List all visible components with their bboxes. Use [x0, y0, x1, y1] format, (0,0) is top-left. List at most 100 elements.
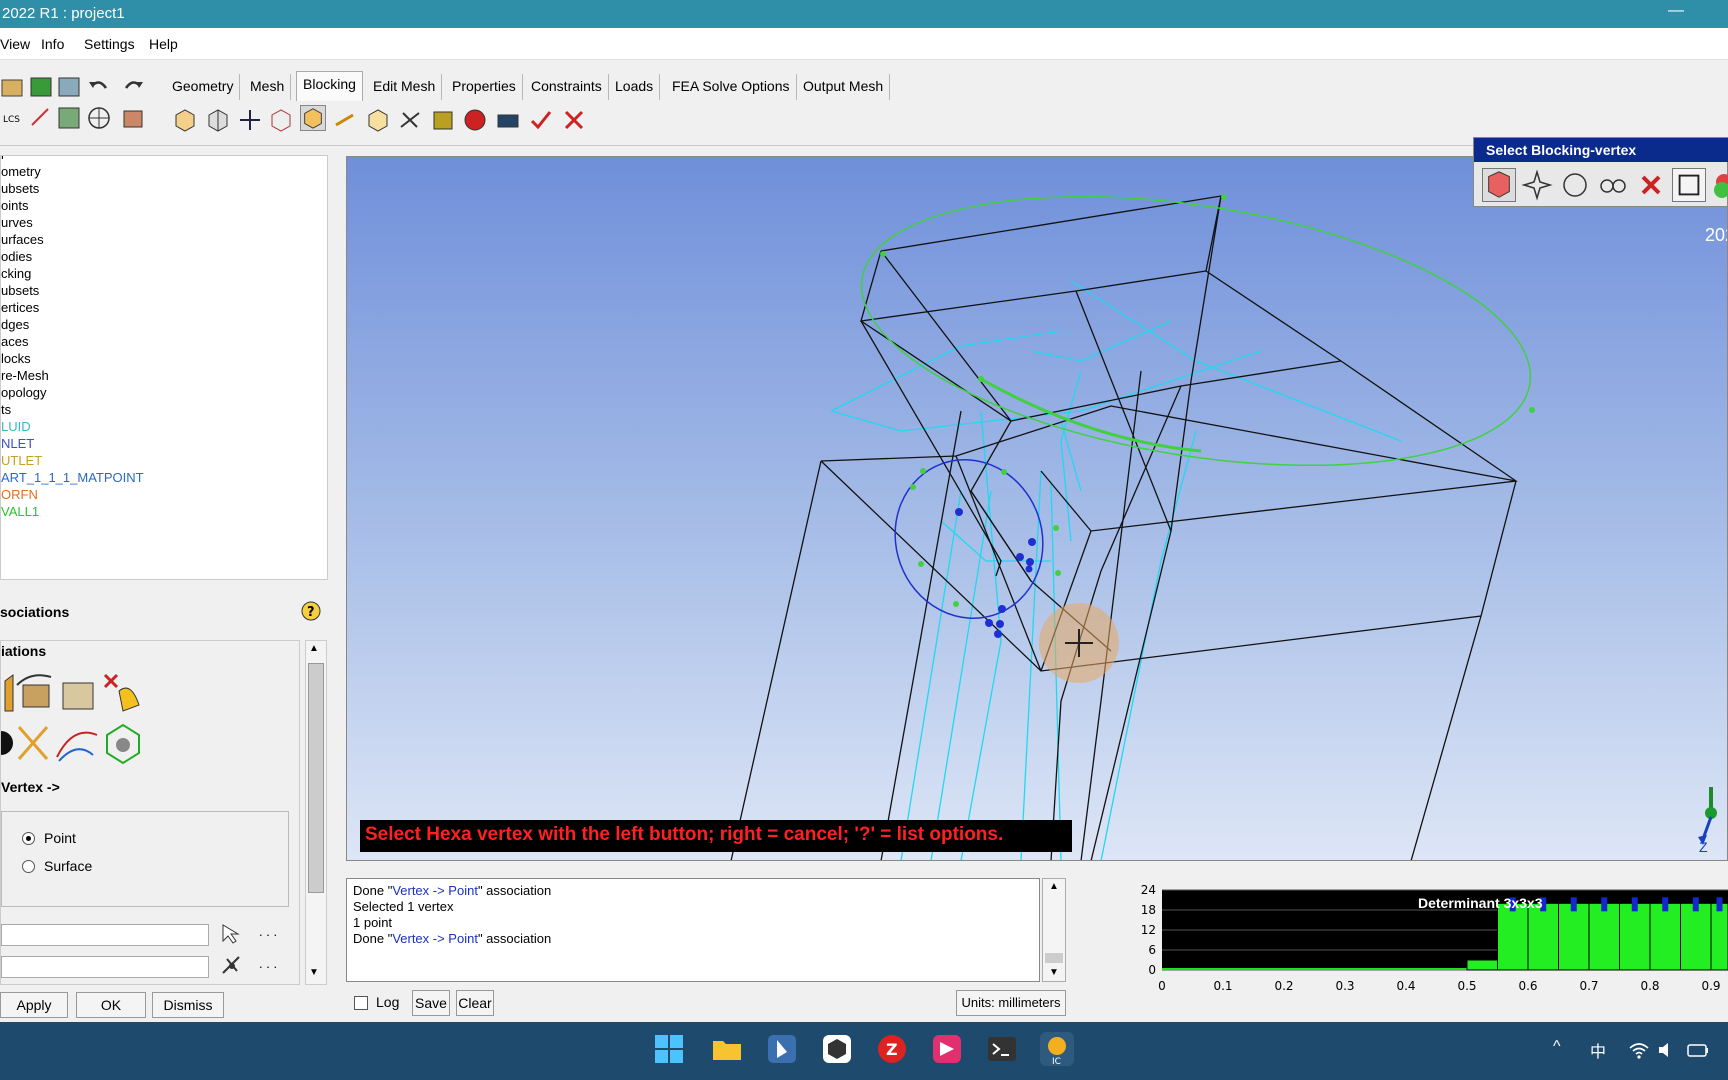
scroll-up-icon[interactable]: ▲ — [309, 643, 319, 654]
tree-item[interactable]: oints — [1, 198, 28, 213]
scroll-thumb[interactable] — [308, 663, 324, 893]
tree-item[interactable]: re-Mesh — [1, 368, 49, 383]
histogram-bar[interactable] — [1619, 902, 1651, 971]
panel-scrollbar[interactable]: ▲ ▼ — [305, 640, 327, 985]
minimize-icon[interactable]: — — [1668, 2, 1684, 20]
console-scrollbar[interactable]: ▲ ▼ — [1042, 878, 1066, 982]
volume-icon[interactable] — [1656, 1040, 1676, 1060]
start-icon[interactable] — [652, 1032, 686, 1066]
tray-chevron-icon[interactable]: ^ — [1553, 1038, 1561, 1056]
split-block-icon[interactable] — [205, 107, 231, 133]
select-circle-icon[interactable] — [1558, 168, 1592, 202]
associate-face-icon[interactable] — [57, 671, 101, 715]
tab-mesh[interactable]: Mesh — [244, 74, 292, 100]
menu-help[interactable]: Help — [149, 36, 178, 52]
tab-output-mesh[interactable]: Output Mesh — [797, 74, 891, 100]
pre-mesh-quality-icon[interactable] — [462, 107, 488, 133]
select-single-icon[interactable] — [1482, 168, 1516, 202]
save-icon[interactable] — [28, 74, 54, 100]
blocking-wireframe[interactable] — [347, 157, 1728, 861]
open-icon[interactable] — [0, 74, 26, 100]
display-icon[interactable] — [56, 105, 82, 131]
disassociate-icon[interactable] — [101, 671, 145, 715]
block-checks-icon[interactable] — [528, 107, 554, 133]
edit-block-icon[interactable] — [268, 107, 294, 133]
tree-item[interactable]: opology — [1, 385, 47, 400]
menu-settings[interactable]: Settings — [84, 36, 135, 52]
tab-blocking[interactable]: Blocking — [296, 71, 363, 101]
histogram-bar[interactable] — [1710, 902, 1728, 971]
select-cursor-icon[interactable] — [219, 921, 245, 947]
histogram-bar[interactable] — [1588, 902, 1620, 971]
app3-icon[interactable]: Z — [875, 1032, 909, 1066]
tree-part-item[interactable]: ORFN — [1, 487, 38, 502]
console-scroll-down-icon[interactable]: ▼ — [1049, 967, 1059, 978]
solid-icon[interactable] — [120, 105, 146, 131]
histogram-bar[interactable] — [1466, 959, 1498, 971]
app2-icon[interactable] — [820, 1032, 854, 1066]
vertex-input[interactable] — [1, 924, 209, 946]
tree-part-item[interactable]: ART_1_1_1_MATPOINT — [1, 470, 144, 485]
transform-blocks-icon[interactable] — [365, 107, 391, 133]
tree-part-item[interactable]: VALL1 — [1, 504, 39, 519]
tree-item[interactable]: l — [1, 156, 4, 162]
tree-item[interactable]: cking — [1, 266, 31, 281]
radio-point[interactable] — [22, 832, 35, 845]
tab-edit-mesh[interactable]: Edit Mesh — [367, 74, 443, 100]
message-console[interactable]: Done "Vertex -> Point" association Selec… — [346, 878, 1040, 982]
move-vertex-icon[interactable] — [333, 107, 359, 133]
pre-mesh-params-icon[interactable] — [430, 107, 456, 133]
battery-icon[interactable] — [1686, 1040, 1710, 1060]
wifi-icon[interactable] — [1628, 1040, 1650, 1060]
tree-part-item[interactable]: UTLET — [1, 453, 42, 468]
update-associations-icon[interactable] — [53, 721, 101, 765]
tree-part-item[interactable]: LUID — [1, 419, 31, 434]
delete-block-icon[interactable] — [561, 107, 587, 133]
help-icon[interactable]: ? — [300, 600, 322, 624]
histogram-bar[interactable] — [1680, 902, 1712, 971]
tree-item[interactable]: urfaces — [1, 232, 44, 247]
scroll-down-icon[interactable]: ▼ — [309, 967, 319, 978]
terminal-icon[interactable] — [985, 1032, 1019, 1066]
cancel-selection-icon[interactable] — [1634, 168, 1668, 202]
console-scroll-up-icon[interactable]: ▲ — [1049, 881, 1059, 892]
snap-vertices-icon[interactable] — [13, 721, 53, 765]
wireframe-icon[interactable] — [86, 105, 112, 131]
select-all-icon[interactable] — [1520, 168, 1554, 202]
lcs-icon[interactable]: LCS — [0, 105, 26, 131]
tree-item[interactable]: ubsets — [1, 283, 39, 298]
tree-item[interactable]: locks — [1, 351, 31, 366]
clear-button[interactable]: Clear — [456, 990, 494, 1016]
pre-mesh-smooth-icon[interactable] — [495, 107, 521, 133]
tree-item[interactable]: urves — [1, 215, 33, 230]
group-curve-icon[interactable] — [101, 721, 145, 765]
tab-fea-solve-options[interactable]: FEA Solve Options — [666, 74, 797, 100]
menu-view[interactable]: View — [0, 36, 30, 52]
apply-button[interactable]: Apply — [0, 992, 68, 1018]
app4-icon[interactable] — [930, 1032, 964, 1066]
tree-item[interactable]: ubsets — [1, 181, 39, 196]
select-point-icon[interactable] — [219, 953, 245, 979]
tree-item[interactable]: dges — [1, 317, 29, 332]
measure-icon[interactable] — [28, 105, 54, 131]
create-block-icon[interactable] — [172, 107, 198, 133]
quality-histogram[interactable]: 24 18 12 6 0 0 0.1 0.2 0.3 0.4 0.5 0.6 0.7 0.8 0.9 De… — [1130, 883, 1728, 993]
tab-geometry[interactable]: Geometry — [166, 74, 241, 100]
edit-edge-icon[interactable] — [397, 107, 423, 133]
select-visible-icon[interactable] — [1596, 168, 1630, 202]
histogram-bar[interactable] — [1527, 902, 1559, 971]
radio-surface[interactable] — [22, 860, 35, 873]
console-scroll-thumb[interactable] — [1045, 953, 1063, 963]
tree-item[interactable]: odies — [1, 249, 32, 264]
graphics-viewport[interactable]: 202 Z — [346, 156, 1728, 861]
tab-properties[interactable]: Properties — [446, 74, 523, 100]
merge-vertices-icon[interactable] — [237, 107, 263, 133]
undo-icon[interactable] — [86, 74, 112, 100]
histogram-bar[interactable] — [1649, 902, 1681, 971]
histogram-bar[interactable] — [1558, 902, 1590, 971]
associate-vertex-curve-icon[interactable] — [13, 671, 57, 715]
point-more-dots[interactable]: . . . — [259, 956, 277, 971]
tree-item[interactable]: aces — [1, 334, 28, 349]
tree-part-item[interactable]: NLET — [1, 436, 34, 451]
tree-item[interactable]: ertices — [1, 300, 39, 315]
